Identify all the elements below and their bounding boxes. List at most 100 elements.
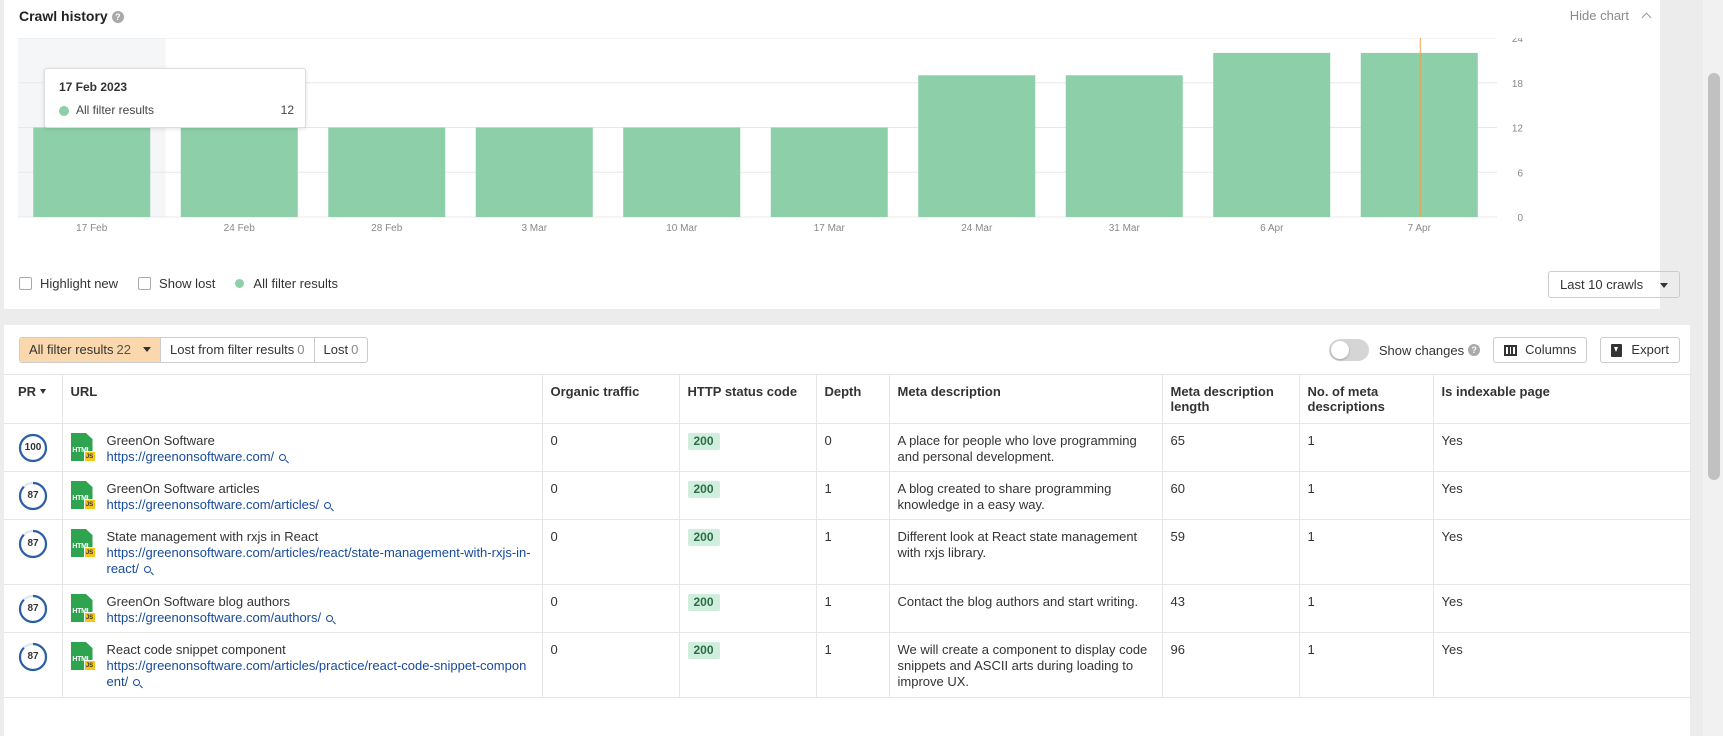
- chart-bar[interactable]: [328, 127, 446, 218]
- show-changes-toggle[interactable]: [1328, 339, 1369, 361]
- checkbox-box[interactable]: [19, 277, 32, 290]
- tab-all-filter-results[interactable]: All filter results 22: [20, 338, 161, 362]
- column-header-organic-traffic[interactable]: Organic traffic: [542, 374, 680, 424]
- status-badge: 200: [687, 594, 720, 611]
- meta-count-cell: 1: [1299, 471, 1434, 520]
- search-icon[interactable]: [279, 454, 287, 461]
- chart-bar[interactable]: [1360, 52, 1478, 217]
- http-status-cell: 200: [679, 584, 817, 633]
- meta-length-cell: 59: [1162, 519, 1300, 585]
- column-header-label: URL: [70, 384, 98, 399]
- column-header-meta-description[interactable]: Meta description: [889, 374, 1163, 424]
- x-tick-label: 28 Feb: [371, 223, 403, 234]
- crawl-range-select[interactable]: Last 10 crawls: [1548, 271, 1680, 298]
- tab-label: All filter results: [29, 342, 114, 357]
- column-header-meta-count[interactable]: No. of meta descriptions: [1299, 374, 1434, 424]
- table-row[interactable]: 87 HTML JS React code snippet component http…: [4, 632, 1691, 698]
- table-row[interactable]: 87 HTML JS GreenOn Software articles https:/…: [4, 471, 1691, 520]
- status-badge: 200: [687, 529, 720, 546]
- chart-bar[interactable]: [770, 127, 888, 218]
- depth-cell: 1: [816, 519, 890, 585]
- results-table: PR URL Organic traffic HTTP status code …: [4, 374, 1691, 698]
- page-url-line: https://greenonsoftware.com/authors/: [107, 610, 534, 626]
- column-header-label: Is indexable page: [1441, 384, 1550, 399]
- chart-bar[interactable]: [475, 127, 593, 218]
- x-tick-label: 24 Feb: [224, 223, 256, 234]
- pr-value: 100: [24, 442, 42, 453]
- chart-bar[interactable]: [180, 127, 298, 218]
- x-tick-label: 17 Feb: [76, 223, 108, 234]
- chart-bar[interactable]: [1065, 75, 1183, 217]
- page-url-link[interactable]: https://greenonsoftware.com/articles/rea…: [107, 545, 531, 576]
- search-icon[interactable]: [144, 566, 152, 573]
- chart-bar[interactable]: [1213, 52, 1331, 217]
- column-header-url[interactable]: URL: [62, 374, 543, 424]
- show-lost-label: Show lost: [159, 276, 216, 291]
- export-button[interactable]: Export: [1600, 337, 1680, 363]
- indexable-cell: Yes: [1433, 519, 1691, 585]
- column-header-label: PR: [18, 384, 37, 399]
- page-url-line: https://greenonsoftware.com/articles/: [107, 497, 534, 513]
- pr-cell: 87: [4, 584, 63, 633]
- column-header-label: Depth: [824, 384, 862, 399]
- y-tick-label: 0: [1517, 213, 1523, 224]
- pr-ring: 87: [18, 529, 48, 559]
- x-tick-label: 17 Mar: [814, 223, 846, 234]
- page-url-link[interactable]: https://greenonsoftware.com/articles/pra…: [107, 658, 527, 689]
- page-url-link[interactable]: https://greenonsoftware.com/authors/: [107, 610, 322, 625]
- html-js-file-icon: HTML JS: [70, 594, 96, 623]
- pr-ring: 100: [18, 433, 48, 463]
- page-scrollbar[interactable]: [1703, 0, 1723, 736]
- highlight-new-checkbox[interactable]: Highlight new: [19, 276, 118, 291]
- indexable-cell: Yes: [1433, 423, 1691, 472]
- organic-traffic-cell: 0: [542, 632, 680, 698]
- pr-cell: 87: [4, 471, 63, 520]
- hide-chart-button[interactable]: Hide chart: [1570, 8, 1652, 23]
- chart-bar[interactable]: [623, 127, 741, 218]
- help-icon[interactable]: ?: [111, 11, 124, 23]
- column-header-http-status[interactable]: HTTP status code: [679, 374, 817, 424]
- show-lost-checkbox[interactable]: Show lost: [138, 276, 215, 291]
- column-header-meta-length[interactable]: Meta description length: [1162, 374, 1300, 424]
- tooltip-series-dot: [59, 106, 69, 116]
- status-badge: 200: [687, 481, 720, 498]
- scrollbar-thumb[interactable]: [1708, 73, 1720, 480]
- chart-bar[interactable]: [918, 75, 1036, 217]
- meta-length-cell: 96: [1162, 632, 1300, 698]
- results-panel: All filter results 22 Lost from filter re…: [4, 325, 1691, 736]
- url-cell: HTML JS GreenOn Software articles https://g…: [62, 471, 543, 520]
- checkbox-box[interactable]: [138, 277, 152, 290]
- columns-button[interactable]: Columns: [1493, 337, 1588, 363]
- column-header-depth[interactable]: Depth: [816, 374, 890, 424]
- search-icon[interactable]: [326, 615, 334, 622]
- search-icon[interactable]: [133, 679, 141, 686]
- help-icon[interactable]: ?: [1468, 344, 1481, 356]
- organic-traffic-cell: 0: [542, 423, 680, 472]
- page-url-line: https://greenonsoftware.com/: [107, 449, 534, 465]
- table-body: 100 HTML JS GreenOn Software https://greenon…: [4, 423, 1691, 698]
- filter-tabs: All filter results 22 Lost from filter re…: [19, 337, 369, 363]
- table-row[interactable]: 100 HTML JS GreenOn Software https://greenon…: [4, 423, 1691, 472]
- tab-lost[interactable]: Lost 0: [315, 338, 368, 362]
- legend-all-filter-results[interactable]: All filter results: [235, 276, 338, 291]
- table-row[interactable]: 87 HTML JS GreenOn Software blog authors htt…: [4, 584, 1691, 633]
- page-title: GreenOn Software articles: [106, 481, 260, 496]
- tab-lost-from-filter-results[interactable]: Lost from filter results 0: [161, 338, 315, 362]
- tab-count: 0: [351, 342, 359, 357]
- pr-ring: 87: [18, 642, 48, 672]
- pr-value: 87: [27, 651, 39, 662]
- column-header-label: Meta description: [897, 384, 1001, 399]
- page-url-link[interactable]: https://greenonsoftware.com/articles/: [107, 497, 319, 512]
- http-status-cell: 200: [679, 471, 817, 520]
- column-header-indexable[interactable]: Is indexable page: [1433, 374, 1691, 424]
- table-row[interactable]: 87 HTML JS State management with rxjs in Re…: [4, 519, 1691, 585]
- page-url-link[interactable]: https://greenonsoftware.com/: [107, 449, 275, 464]
- pr-ring: 87: [18, 481, 48, 511]
- meta-description-cell: Different look at React state management…: [889, 519, 1163, 585]
- pr-value: 87: [27, 490, 39, 501]
- status-badge: 200: [687, 642, 720, 659]
- column-header-pr[interactable]: PR: [4, 374, 63, 424]
- show-changes-label: Show changes: [1378, 342, 1465, 358]
- chart-bar[interactable]: [33, 127, 151, 218]
- search-icon[interactable]: [323, 502, 331, 509]
